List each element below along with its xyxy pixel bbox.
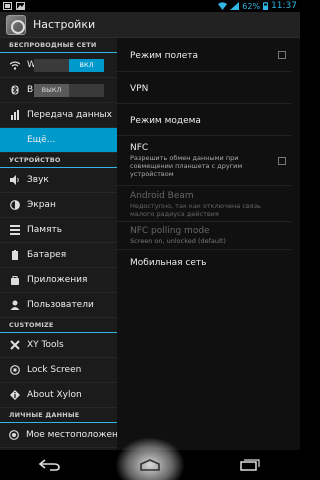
action-bar: Настройки (0, 12, 300, 38)
sidebar-item-label: Звук (27, 175, 49, 185)
section-header-wireless: БЕСПРОВОДНЫЕ СЕТИ (0, 38, 117, 53)
sidebar-item-label: Батарея (27, 250, 67, 260)
recents-button[interactable] (225, 451, 275, 479)
pref-title: NFC polling mode (130, 226, 210, 236)
settings-detail-pane: Режим полета VPN Режим модема NFC Разреш… (117, 38, 300, 450)
sidebar-item-label: Ещё... (27, 135, 56, 145)
sidebar-item-xy-tools[interactable]: XY Tools (0, 333, 117, 358)
pref-summary: Разрешить обмен данными при совмещении п… (130, 154, 243, 178)
location-icon (9, 430, 19, 441)
home-icon (139, 456, 161, 475)
battery-icon (263, 2, 269, 11)
sidebar-item-apps[interactable]: Приложения (0, 268, 117, 293)
airplane-mode-checkbox[interactable] (278, 50, 286, 59)
battery-icon (9, 250, 20, 261)
wifi-icon (9, 60, 20, 71)
pref-summary: Screen on, unlocked (default) (130, 237, 226, 245)
pref-tethering[interactable]: Режим модема (117, 104, 292, 136)
recents-icon (240, 456, 260, 475)
back-button[interactable] (25, 451, 75, 479)
sidebar-item-location[interactable]: Мое местоположение (0, 423, 117, 448)
sound-icon (9, 175, 20, 186)
pref-airplane-mode[interactable]: Режим полета (117, 38, 292, 72)
pref-android-beam: Android Beam Недоступно, так как отключе… (117, 186, 292, 222)
toggle-on-label: ВКЛ (69, 58, 104, 72)
apps-icon (9, 275, 20, 286)
page-title: Настройки (33, 18, 96, 31)
pref-vpn[interactable]: VPN (117, 72, 292, 104)
lock-icon (9, 365, 20, 376)
battery-percent: 62% (242, 1, 261, 11)
sidebar-item-display[interactable]: Экран (0, 193, 117, 218)
home-button[interactable] (115, 437, 185, 480)
users-icon (9, 300, 20, 311)
nfc-checkbox[interactable] (278, 156, 286, 165)
sidebar-item-label: Экран (27, 200, 56, 210)
sidebar-item-label: Приложения (27, 275, 88, 285)
tools-icon (9, 340, 20, 351)
status-bar: 62% 11:37 (0, 0, 300, 12)
section-header-customize: CUSTOMIZE (0, 318, 117, 333)
toggle-off-label: ВЫКЛ (34, 83, 69, 97)
sidebar-item-storage[interactable]: Память (0, 218, 117, 243)
sidebar-item-label: Мое местоположение (26, 430, 117, 440)
back-icon (38, 456, 61, 475)
wifi-icon (218, 2, 228, 10)
sidebar-item-about-xylon[interactable]: About Xylon (0, 383, 117, 408)
sidebar-item-label: About Xylon (27, 390, 82, 400)
pref-mobile-network[interactable]: Мобильная сеть (117, 250, 292, 280)
sidebar-item-label: Пользователи (27, 300, 94, 310)
screenshot-icon (3, 2, 12, 10)
wifi-toggle[interactable]: ВКЛ (34, 58, 104, 72)
display-icon (9, 200, 20, 211)
clock: 11:37 (271, 1, 297, 11)
sidebar-item-battery[interactable]: Батарея (0, 243, 117, 268)
bluetooth-toggle[interactable]: ВЫКЛ (34, 83, 104, 97)
sidebar-item-label: XY Tools (27, 340, 64, 350)
section-header-device: УСТРОЙСТВО (0, 153, 117, 168)
pref-title: Android Beam (130, 191, 194, 201)
sidebar-item-label: Память (27, 225, 63, 235)
sidebar-item-bluetooth[interactable]: B ВЫКЛ (0, 78, 117, 103)
data-transfer-icon (9, 110, 20, 121)
image-icon (16, 2, 25, 10)
pref-title: Режим модема (130, 116, 201, 126)
pref-title: Режим полета (130, 51, 199, 61)
signal-icon (230, 2, 240, 10)
sidebar-item-lock-screen[interactable]: Lock Screen (0, 358, 117, 383)
sidebar-item-label: Lock Screen (27, 365, 82, 375)
settings-app-icon[interactable] (6, 14, 26, 35)
sidebar-item-wifi[interactable]: W ВКЛ (0, 53, 117, 78)
sidebar-item-label: Передача данных (27, 110, 112, 120)
pref-title: VPN (130, 84, 149, 94)
pref-summary: Недоступно, так как отключена связь мало… (130, 202, 261, 218)
navigation-bar (0, 437, 300, 480)
sidebar-item-more[interactable]: Ещё... (0, 128, 117, 153)
pref-nfc-polling-mode: NFC polling mode Screen on, unlocked (de… (117, 222, 292, 250)
settings-categories: БЕСПРОВОДНЫЕ СЕТИ W ВКЛ B ВЫКЛ Передача … (0, 38, 117, 450)
storage-icon (9, 225, 20, 236)
bluetooth-icon (9, 85, 20, 96)
pref-nfc[interactable]: NFC Разрешить обмен данными при совмещен… (117, 136, 292, 186)
pref-title: Мобильная сеть (130, 258, 207, 268)
section-header-personal: ЛИЧНЫЕ ДАННЫЕ (0, 408, 117, 423)
sidebar-item-data-usage[interactable]: Передача данных (0, 103, 117, 128)
sidebar-item-sound[interactable]: Звук (0, 168, 117, 193)
sidebar-item-users[interactable]: Пользователи (0, 293, 117, 318)
pref-title: NFC (130, 143, 149, 153)
info-icon (9, 390, 20, 401)
